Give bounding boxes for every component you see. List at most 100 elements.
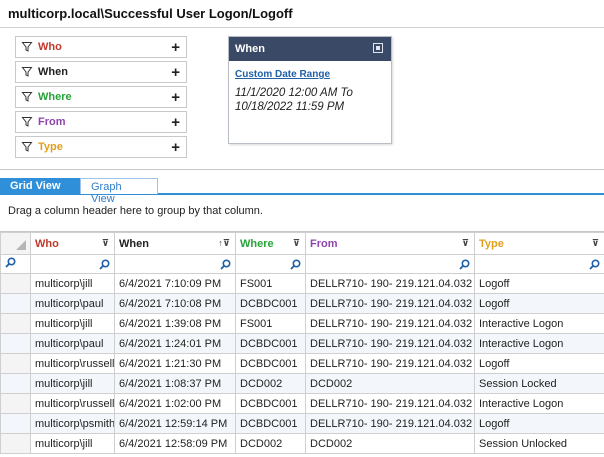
search-icon[interactable] — [459, 258, 470, 270]
custom-date-range-link[interactable]: Custom Date Range — [235, 69, 385, 80]
table-row[interactable]: multicorp\paul 6/4/2021 7:10:08 PM DCBDC00… — [0, 293, 604, 314]
cell-when[interactable]: 6/4/2021 7:10:08 PM — [114, 293, 236, 314]
cell-where[interactable]: DCBDC001 — [235, 393, 306, 414]
cell-who[interactable]: multicorp\russell — [30, 393, 115, 414]
plus-icon[interactable]: + — [171, 140, 180, 155]
row-indicator[interactable] — [0, 433, 31, 454]
cell-who[interactable]: multicorp\russell — [30, 353, 115, 374]
cell-who[interactable]: multicorp\jill — [30, 273, 115, 294]
table-row[interactable]: multicorp\jill 6/4/2021 7:10:09 PM FS001 DE… — [0, 273, 604, 294]
cell-who[interactable]: multicorp\psmith — [30, 413, 115, 434]
cell-when[interactable]: 6/4/2021 1:39:08 PM — [114, 313, 236, 334]
filter-sort-icon[interactable]: ⊽ — [102, 238, 109, 249]
table-row[interactable]: multicorp\paul 6/4/2021 1:24:01 PM DCBDC00… — [0, 333, 604, 354]
cell-type[interactable]: Session Unlocked — [474, 433, 604, 454]
filter-area: Who + When + Where + From + Type + When — [0, 28, 604, 170]
collapse-icon[interactable] — [373, 43, 383, 53]
filter-when[interactable]: When + — [15, 61, 187, 83]
cell-type[interactable]: Interactive Logon — [474, 313, 604, 334]
cell-type[interactable]: Logoff — [474, 353, 604, 374]
search-icon[interactable] — [589, 258, 600, 270]
filter-from[interactable]: From + — [15, 111, 187, 133]
select-all-corner[interactable] — [0, 232, 31, 255]
column-header-when[interactable]: When ↑⊽ — [114, 232, 236, 255]
cell-who[interactable]: multicorp\paul — [30, 293, 115, 314]
cell-where[interactable]: DCBDC001 — [235, 293, 306, 314]
tab-graph-view[interactable]: Graph View — [80, 178, 158, 205]
cell-from[interactable]: DCD002 — [305, 373, 475, 394]
column-header-from[interactable]: From ⊽ — [305, 232, 475, 255]
filter-sort-icon[interactable]: ⊽ — [293, 238, 300, 249]
plus-icon[interactable]: + — [171, 115, 180, 130]
row-indicator[interactable] — [0, 313, 31, 334]
cell-type[interactable]: Logoff — [474, 273, 604, 294]
cell-where[interactable]: FS001 — [235, 313, 306, 334]
filter-sort-icon[interactable]: ⊽ — [592, 238, 599, 249]
cell-when[interactable]: 6/4/2021 12:59:14 PM — [114, 413, 236, 434]
cell-when[interactable]: 6/4/2021 1:24:01 PM — [114, 333, 236, 354]
column-header-who[interactable]: Who ⊽ — [30, 232, 115, 255]
cell-who[interactable]: multicorp\paul — [30, 333, 115, 354]
search-row — [0, 254, 604, 274]
search-when[interactable] — [114, 254, 236, 274]
cell-where[interactable]: DCD002 — [235, 433, 306, 454]
cell-type[interactable]: Interactive Logon — [474, 333, 604, 354]
plus-icon[interactable]: + — [171, 65, 180, 80]
cell-from[interactable]: DELLR710- 190- 219.121.04.032 — [305, 413, 475, 434]
cell-where[interactable]: DCBDC001 — [235, 353, 306, 374]
plus-icon[interactable]: + — [171, 90, 180, 105]
cell-type[interactable]: Interactive Logon — [474, 393, 604, 414]
column-header-where[interactable]: Where ⊽ — [235, 232, 306, 255]
filter-where[interactable]: Where + — [15, 86, 187, 108]
table-row[interactable]: multicorp\jill 6/4/2021 1:39:08 PM FS001 DE… — [0, 313, 604, 334]
row-indicator[interactable] — [0, 293, 31, 314]
cell-when[interactable]: 6/4/2021 1:08:37 PM — [114, 373, 236, 394]
row-indicator[interactable] — [0, 333, 31, 354]
filter-type[interactable]: Type + — [15, 136, 187, 158]
row-indicator[interactable] — [0, 413, 31, 434]
row-indicator[interactable] — [0, 273, 31, 294]
plus-icon[interactable]: + — [171, 40, 180, 55]
cell-where[interactable]: DCD002 — [235, 373, 306, 394]
cell-type[interactable]: Logoff — [474, 413, 604, 434]
cell-from[interactable]: DELLR710- 190- 219.121.04.032 — [305, 353, 475, 374]
cell-from[interactable]: DELLR710- 190- 219.121.04.032 — [305, 313, 475, 334]
table-row[interactable]: multicorp\jill 6/4/2021 12:58:09 PM DCD002… — [0, 433, 604, 454]
cell-from[interactable]: DELLR710- 190- 219.121.04.032 — [305, 273, 475, 294]
cell-when[interactable]: 6/4/2021 7:10:09 PM — [114, 273, 236, 294]
cell-type[interactable]: Logoff — [474, 293, 604, 314]
table-row[interactable]: multicorp\russell 6/4/2021 1:02:00 PM DCBD… — [0, 393, 604, 414]
cell-where[interactable]: DCBDC001 — [235, 413, 306, 434]
search-type[interactable] — [474, 254, 604, 274]
search-icon[interactable] — [290, 258, 301, 270]
search-from[interactable] — [305, 254, 475, 274]
table-row[interactable]: multicorp\russell 6/4/2021 1:21:30 PM DCBD… — [0, 353, 604, 374]
cell-where[interactable]: DCBDC001 — [235, 333, 306, 354]
cell-from[interactable]: DCD002 — [305, 433, 475, 454]
cell-from[interactable]: DELLR710- 190- 219.121.04.032 — [305, 393, 475, 414]
table-row[interactable]: multicorp\jill 6/4/2021 1:08:37 PM DCD002 D… — [0, 373, 604, 394]
cell-from[interactable]: DELLR710- 190- 219.121.04.032 — [305, 333, 475, 354]
cell-from[interactable]: DELLR710- 190- 219.121.04.032 — [305, 293, 475, 314]
filter-sort-icon[interactable]: ⊽ — [462, 238, 469, 249]
tab-grid-view[interactable]: Grid View — [0, 178, 80, 194]
row-indicator[interactable] — [0, 393, 31, 414]
row-indicator[interactable] — [0, 353, 31, 374]
filter-who[interactable]: Who + — [15, 36, 187, 58]
column-header-type[interactable]: Type ⊽ — [474, 232, 604, 255]
search-where[interactable] — [235, 254, 306, 274]
row-indicator[interactable] — [0, 373, 31, 394]
cell-where[interactable]: FS001 — [235, 273, 306, 294]
cell-who[interactable]: multicorp\jill — [30, 313, 115, 334]
filter-sort-icon[interactable]: ↑⊽ — [218, 238, 230, 249]
cell-when[interactable]: 6/4/2021 12:58:09 PM — [114, 433, 236, 454]
cell-who[interactable]: multicorp\jill — [30, 373, 115, 394]
search-icon[interactable] — [220, 258, 231, 270]
cell-who[interactable]: multicorp\jill — [30, 433, 115, 454]
search-who[interactable] — [30, 254, 115, 274]
cell-type[interactable]: Session Locked — [474, 373, 604, 394]
table-row[interactable]: multicorp\psmith 6/4/2021 12:59:14 PM DCBD… — [0, 413, 604, 434]
search-icon[interactable] — [99, 258, 110, 270]
cell-when[interactable]: 6/4/2021 1:21:30 PM — [114, 353, 236, 374]
cell-when[interactable]: 6/4/2021 1:02:00 PM — [114, 393, 236, 414]
